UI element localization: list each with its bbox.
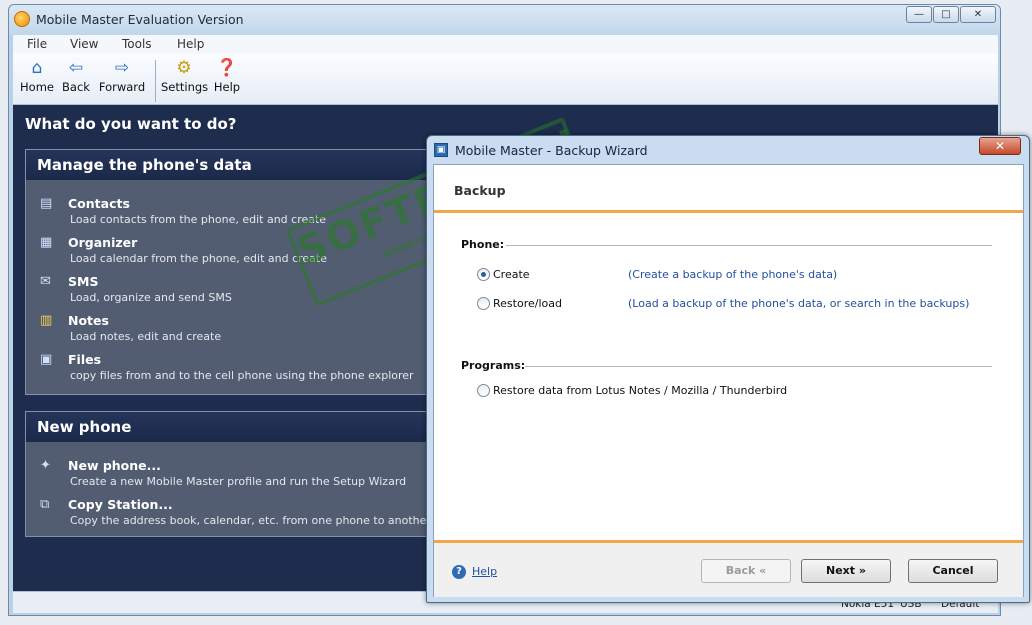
help-button[interactable]: ❓ Help	[213, 56, 241, 102]
app-logo-icon	[14, 11, 30, 27]
wizard-header: Backup	[434, 165, 1023, 213]
item-title: Copy Station...	[68, 497, 173, 512]
notepad-icon: ▥	[40, 313, 53, 328]
item-title: Contacts	[68, 196, 130, 211]
group-divider	[525, 366, 992, 367]
minimize-button[interactable]: —	[906, 6, 932, 23]
create-description: (Create a backup of the phone's data)	[628, 268, 838, 281]
cancel-button[interactable]: Cancel	[908, 559, 998, 583]
page-title: What do you want to do?	[25, 115, 237, 133]
back-button[interactable]: Back «	[701, 559, 791, 583]
dialog-footer: ? Help Back « Next » Cancel	[434, 540, 1023, 597]
screen: Mobile Master Evaluation Version — □ ✕ F…	[0, 0, 1032, 625]
calendar-icon: ▦	[40, 235, 53, 250]
menu-bar: File View Tools Help	[13, 35, 998, 54]
menu-tools[interactable]: Tools	[122, 37, 152, 51]
title-bar[interactable]: Mobile Master Evaluation Version — □ ✕	[9, 5, 1000, 35]
help-link[interactable]: Help	[472, 565, 497, 578]
restore-load-radio[interactable]	[477, 297, 490, 310]
copy-station-icon: ⧉	[40, 497, 50, 512]
menu-help[interactable]: Help	[177, 37, 204, 51]
back-label: Back	[62, 80, 90, 94]
menu-view[interactable]: View	[70, 37, 98, 51]
envelope-icon: ✉	[40, 274, 51, 289]
phone-group-label: Phone:	[461, 238, 505, 251]
create-label[interactable]: Create	[493, 268, 530, 281]
restore-load-label[interactable]: Restore/load	[493, 297, 562, 310]
item-desc: Load calendar from the phone, edit and c…	[70, 252, 327, 265]
new-phone-icon: ✦	[40, 458, 51, 473]
window-title: Mobile Master Evaluation Version	[36, 12, 244, 27]
backup-wizard-dialog: ▣ Mobile Master - Backup Wizard ✕ Backup…	[426, 135, 1030, 603]
help-icon: ❓	[216, 58, 238, 78]
create-radio[interactable]	[477, 268, 490, 281]
help-label: Help	[213, 80, 241, 94]
help-circle-icon[interactable]: ?	[452, 565, 466, 579]
restore-load-description: (Load a backup of the phone's data, or s…	[628, 297, 970, 310]
wizard-step-title: Backup	[454, 183, 506, 198]
restore-programs-radio[interactable]	[477, 384, 490, 397]
toolbar-separator	[155, 60, 156, 102]
settings-label: Settings	[161, 80, 209, 94]
maximize-button[interactable]: □	[933, 6, 959, 23]
settings-button[interactable]: ⚙ Settings	[161, 56, 209, 102]
toolbar: ⌂ Home ⇦ Back ⇨ Forward ⚙ Settings ❓ Hel…	[13, 54, 998, 105]
dialog-body: Backup Phone: Create (Create a backup of…	[433, 164, 1024, 597]
restore-programs-label[interactable]: Restore data from Lotus Notes / Mozilla …	[493, 384, 787, 397]
gear-icon: ⚙	[176, 58, 192, 78]
dialog-title-bar[interactable]: ▣ Mobile Master - Backup Wizard ✕	[427, 136, 1029, 164]
item-desc: Copy the address book, calendar, etc. fr…	[70, 514, 431, 527]
item-desc: Load notes, edit and create	[70, 330, 222, 343]
item-title: Notes	[68, 313, 109, 328]
item-title: Organizer	[68, 235, 138, 250]
close-button[interactable]: ✕	[960, 6, 996, 23]
programs-group-label: Programs:	[461, 359, 526, 372]
item-title: New phone...	[68, 458, 161, 473]
home-icon: ⌂	[31, 58, 43, 78]
next-button[interactable]: Next »	[801, 559, 891, 583]
item-title: Files	[68, 352, 102, 367]
forward-button[interactable]: ⇨ Forward	[98, 56, 146, 102]
dialog-close-button[interactable]: ✕	[979, 137, 1021, 155]
dialog-title: Mobile Master - Backup Wizard	[455, 143, 648, 158]
item-desc: Create a new Mobile Master profile and r…	[70, 475, 407, 488]
item-desc: Load contacts from the phone, edit and c…	[70, 213, 327, 226]
menu-file[interactable]: File	[27, 37, 47, 51]
home-label: Home	[20, 80, 54, 94]
item-desc: copy files from and to the cell phone us…	[70, 369, 414, 382]
item-title: SMS	[68, 274, 99, 289]
group-divider	[506, 245, 992, 246]
wizard-app-icon: ▣	[434, 143, 448, 157]
forward-label: Forward	[98, 80, 146, 94]
home-button[interactable]: ⌂ Home	[19, 56, 55, 102]
arrow-left-icon: ⇦	[68, 58, 84, 78]
arrow-right-icon: ⇨	[114, 58, 130, 78]
item-desc: Load, organize and send SMS	[70, 291, 232, 304]
back-button[interactable]: ⇦ Back	[61, 56, 91, 102]
files-icon: ▣	[40, 352, 53, 367]
contacts-icon: ▤	[40, 196, 53, 211]
